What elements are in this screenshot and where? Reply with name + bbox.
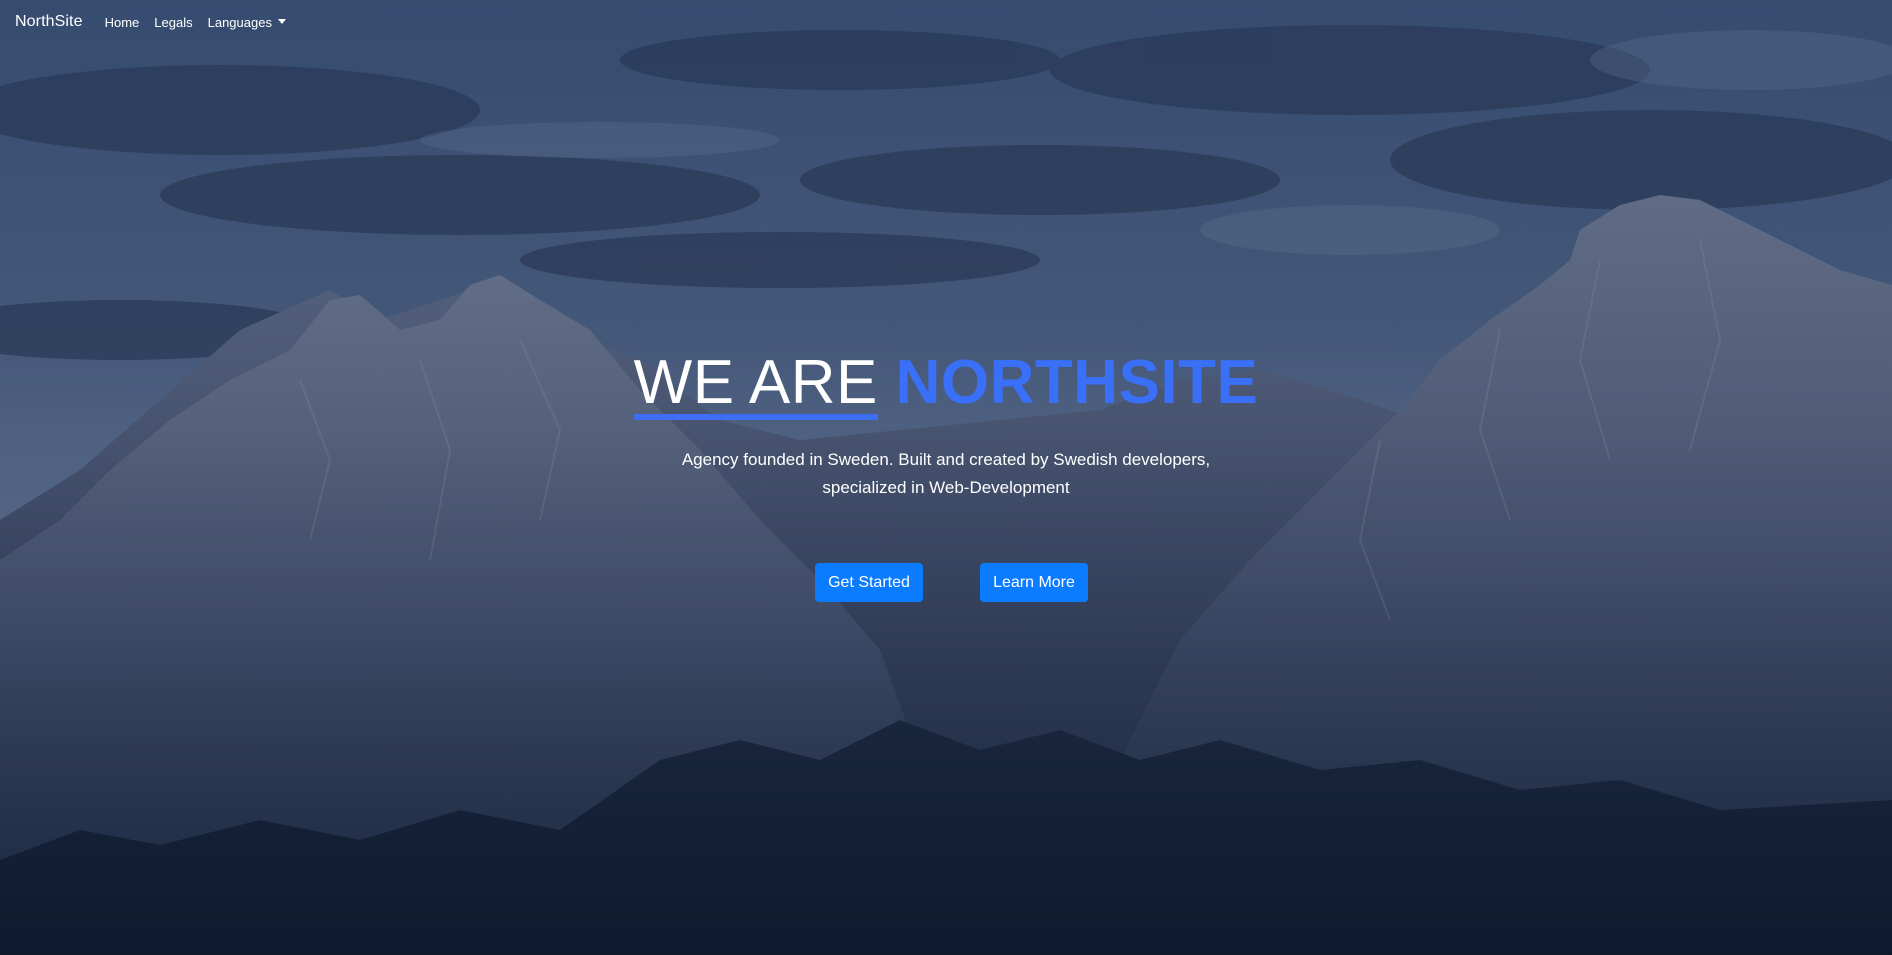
nav-languages-dropdown[interactable]: Languages: [208, 15, 286, 30]
tagline-line-2: specialized in Web-Development: [822, 478, 1070, 497]
brand-logo[interactable]: NorthSite: [15, 13, 83, 31]
navbar: NorthSite Home Legals Languages: [0, 0, 1892, 44]
hero-section: WE ARE NORTHSITE Agency founded in Swede…: [0, 0, 1892, 955]
page: NorthSite Home Legals Languages WE ARE N…: [0, 0, 1892, 955]
nav-legals-link[interactable]: Legals: [154, 15, 192, 30]
headline-we-are: WE ARE: [633, 340, 879, 426]
tagline-line-1: Agency founded in Sweden. Built and crea…: [681, 450, 1211, 469]
learn-more-button[interactable]: Learn More: [980, 563, 1088, 602]
nav-home-link[interactable]: Home: [105, 15, 140, 30]
hero-tagline: Agency founded in Sweden. Built and crea…: [0, 446, 1892, 502]
hero-headline: WE ARE NORTHSITE: [0, 340, 1892, 426]
nav-languages-label: Languages: [207, 14, 272, 30]
headline-northsite: NORTHSITE: [895, 348, 1259, 417]
caret-down-icon: [277, 18, 286, 24]
get-started-button[interactable]: Get Started: [815, 563, 923, 602]
